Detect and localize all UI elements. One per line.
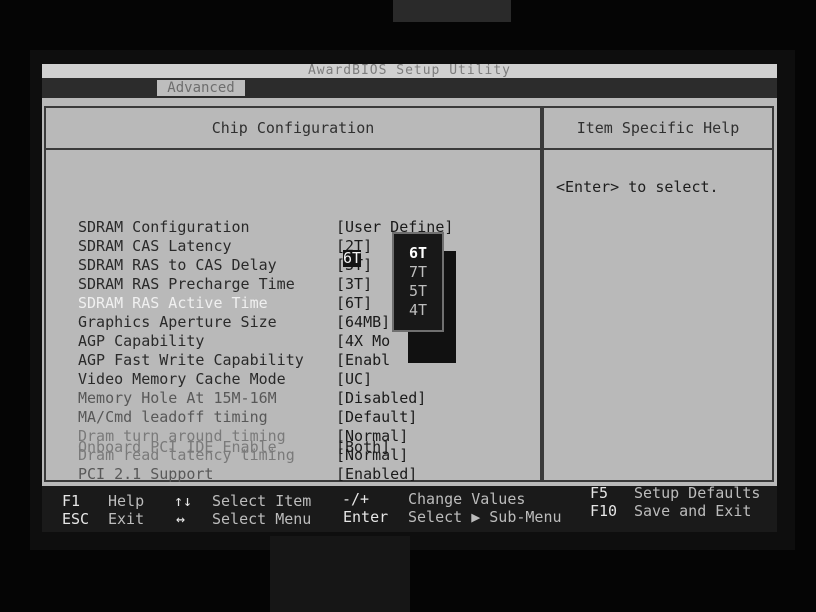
value-cursor: 6T (343, 250, 361, 267)
setting-row-sdram-ras-precharge-time[interactable]: SDRAM RAS Precharge Time [3T] (78, 275, 538, 294)
setting-label: SDRAM Configuration (78, 218, 250, 236)
chip-configuration-panel: Chip Configuration SDRAM Configuration [… (44, 106, 542, 484)
left-right-arrows-icon: ↔ (176, 510, 186, 528)
monitor-stand (270, 536, 410, 612)
setting-row-sdram-cas-latency[interactable]: SDRAM CAS Latency [2T] (78, 237, 538, 256)
setting-row-memory-hole[interactable]: Memory Hole At 15M-16M [Disabled] (78, 389, 538, 408)
setting-label: AGP Fast Write Capability (78, 351, 304, 369)
setting-label: Video Memory Cache Mode (78, 370, 286, 388)
setting-label: SDRAM RAS to CAS Delay (78, 256, 277, 274)
help-text: <Enter> to select. (556, 178, 719, 196)
enter-key: Enter (343, 508, 389, 526)
cursor-value: 6T (343, 249, 362, 267)
setting-row-ma-cmd-leadoff[interactable]: MA/Cmd leadoff timing [Default] (78, 408, 538, 427)
setting-value[interactable]: [6T] (336, 294, 372, 313)
setting-label: MA/Cmd leadoff timing (78, 408, 268, 426)
setting-value[interactable]: [Both] (336, 438, 390, 457)
bios-title: AwardBIOS Setup Utility (42, 64, 777, 78)
setting-value[interactable]: [Enabled] (336, 465, 417, 484)
setting-row-sdram-ras-to-cas-delay[interactable]: SDRAM RAS to CAS Delay [3T] (78, 256, 538, 275)
setting-label: SDRAM CAS Latency (78, 237, 232, 255)
setting-row-onboard-pci-ide[interactable]: Onboard PCI IDE Enable [Both] (78, 438, 538, 457)
help-panel-title: Item Specific Help (544, 108, 772, 150)
setting-value[interactable]: [Enabl (336, 351, 390, 370)
f5-key: F5 (590, 484, 609, 502)
panel-title: Chip Configuration (46, 108, 540, 150)
menu-bar: Advanced (42, 78, 777, 98)
setting-label-selected: SDRAM RAS Active Time (78, 294, 268, 312)
setting-row-video-memory-cache-mode[interactable]: Video Memory Cache Mode [UC] (78, 370, 538, 389)
up-down-arrows-icon: ↑↓ (174, 492, 193, 510)
select-item-desc: Select Item (212, 492, 312, 510)
esc-key: ESC (62, 510, 90, 528)
popup-option-selected[interactable]: 6T (409, 244, 443, 262)
setting-row-agp-fast-write[interactable]: AGP Fast Write Capability [Enabl (78, 351, 538, 370)
menu-tab-advanced[interactable]: Advanced (157, 80, 245, 96)
setting-value[interactable]: [64MB] (336, 313, 390, 332)
ceiling-glare (393, 0, 511, 22)
setting-label: AGP Capability (78, 332, 205, 350)
setting-label: SDRAM RAS Precharge Time (78, 275, 295, 293)
f10-key: F10 (590, 502, 618, 520)
bios-screen: AwardBIOS Setup Utility Advanced Chip Co… (42, 64, 777, 532)
setting-value[interactable]: [3T] (336, 275, 372, 294)
setting-value[interactable]: [UC] (336, 370, 372, 389)
setting-row-pci-21-support[interactable]: PCI 2.1 Support [Enabled] (78, 465, 538, 484)
setup-defaults-desc: Setup Defaults (634, 484, 761, 502)
popup-option[interactable]: 4T (409, 301, 443, 319)
setting-label: Onboard PCI IDE Enable (78, 438, 277, 456)
setting-label: PCI 2.1 Support (78, 465, 214, 483)
setting-row-graphics-aperture-size[interactable]: Graphics Aperture Size [64MB] (78, 313, 538, 332)
select-menu-desc: Select Menu (212, 510, 312, 528)
save-and-exit-desc: Save and Exit (634, 502, 752, 520)
f1-key: F1 (62, 492, 81, 510)
f1-desc: Help (108, 492, 145, 510)
setting-value[interactable]: [Disabled] (336, 389, 426, 408)
change-values-desc: Change Values (408, 490, 526, 508)
esc-desc: Exit (108, 510, 145, 528)
popup-option[interactable]: 5T (409, 282, 443, 300)
plus-minus-key: -/+ (342, 490, 370, 508)
item-specific-help-panel: Item Specific Help <Enter> to select. (542, 106, 774, 482)
setting-row-agp-capability[interactable]: AGP Capability [4X Mo (78, 332, 538, 351)
option-popup[interactable]: 6T 7T 5T 4T (392, 232, 444, 332)
setting-value[interactable]: [4X Mo (336, 332, 390, 351)
popup-option[interactable]: 7T (409, 263, 443, 281)
sub-menu-desc: Select ▶ Sub-Menu (408, 508, 562, 526)
setting-row-sdram-ras-active-time[interactable]: SDRAM RAS Active Time [6T] (78, 294, 538, 313)
setting-label: Memory Hole At 15M-16M (78, 389, 277, 407)
setting-row-sdram-configuration[interactable]: SDRAM Configuration [User Define] (78, 218, 538, 237)
key-legend-bar: F1 Help ESC Exit ↑↓ Select Item ↔ Select… (42, 484, 777, 532)
setting-label: Graphics Aperture Size (78, 313, 277, 331)
setting-value[interactable]: [Default] (336, 408, 417, 427)
